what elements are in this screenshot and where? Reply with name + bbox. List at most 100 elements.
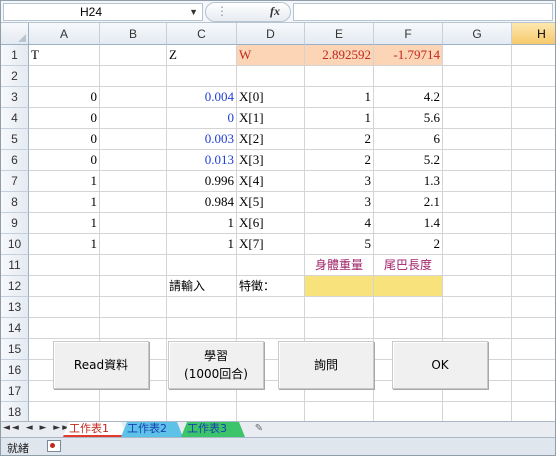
column-header-d[interactable]: D [237, 23, 305, 45]
cell-c6[interactable]: 0.013 [167, 150, 237, 171]
column-header-b[interactable]: B [100, 23, 167, 45]
cell-a4[interactable]: 0 [29, 108, 100, 129]
cell-f8[interactable]: 2.1 [374, 192, 443, 213]
row-header-6[interactable]: 6 [1, 150, 29, 171]
row-header-9[interactable]: 9 [1, 213, 29, 234]
cell-d9[interactable]: X[6] [237, 213, 305, 234]
cell-a10[interactable]: 1 [29, 234, 100, 255]
cell-f4[interactable]: 5.6 [374, 108, 443, 129]
cell-c5[interactable]: 0.003 [167, 129, 237, 150]
cell-e7[interactable]: 3 [305, 171, 374, 192]
cell-d7[interactable]: X[4] [237, 171, 305, 192]
cell-d1[interactable]: W [237, 45, 305, 66]
sheet-tab-bar: ◄◄ ◄ ► ►► 工作表1 工作表2 工作表3 ✎ [1, 421, 555, 437]
cell-a9[interactable]: 1 [29, 213, 100, 234]
cell-c12-please-input-label[interactable]: 請輸入 [167, 276, 237, 297]
worksheet-grid[interactable]: A B C D E F G H 1 2 3 4 5 6 7 8 9 10 11 … [1, 23, 555, 421]
cell-f10[interactable]: 2 [374, 234, 443, 255]
formula-bar: H24 ▼ ⋮ fx [1, 1, 555, 23]
ask-button[interactable]: 詢問 [278, 341, 374, 389]
row-header-11[interactable]: 11 [1, 255, 29, 276]
cell-a1[interactable]: T [29, 45, 100, 66]
cell-a6[interactable]: 0 [29, 150, 100, 171]
insert-function-icon[interactable]: fx [270, 4, 280, 19]
sheet-tab-2[interactable]: 工作表2 [121, 422, 183, 437]
cell-f7[interactable]: 1.3 [374, 171, 443, 192]
cell-d6[interactable]: X[3] [237, 150, 305, 171]
cell-a7[interactable]: 1 [29, 171, 100, 192]
cell-c10[interactable]: 1 [167, 234, 237, 255]
row-header-10[interactable]: 10 [1, 234, 29, 255]
read-data-button[interactable]: Read資料 [53, 341, 149, 389]
learn-button[interactable]: 學習 (1000回合) [168, 341, 264, 389]
column-header-e[interactable]: E [305, 23, 374, 45]
row-header-7[interactable]: 7 [1, 171, 29, 192]
insert-sheet-icon[interactable]: ✎ [251, 423, 267, 436]
row-header-4[interactable]: 4 [1, 108, 29, 129]
row-header-15[interactable]: 15 [1, 339, 29, 360]
row-header-18[interactable]: 18 [1, 402, 29, 421]
cell-e5[interactable]: 2 [305, 129, 374, 150]
cell-d5[interactable]: X[2] [237, 129, 305, 150]
row-header-17[interactable]: 17 [1, 381, 29, 402]
row-header-14[interactable]: 14 [1, 318, 29, 339]
name-box[interactable]: H24 ▼ [3, 3, 203, 21]
row-header-5[interactable]: 5 [1, 129, 29, 150]
row-header-2[interactable]: 2 [1, 66, 29, 87]
cell-f3[interactable]: 4.2 [374, 87, 443, 108]
cell-a3[interactable]: 0 [29, 87, 100, 108]
cell-a8[interactable]: 1 [29, 192, 100, 213]
row-header-1[interactable]: 1 [1, 45, 29, 66]
cell-f1[interactable]: -1.79714 [374, 45, 443, 66]
row-header-13[interactable]: 13 [1, 297, 29, 318]
cell-f5[interactable]: 6 [374, 129, 443, 150]
cell-d10[interactable]: X[7] [237, 234, 305, 255]
column-header-a[interactable]: A [29, 23, 100, 45]
cell-e3[interactable]: 1 [305, 87, 374, 108]
cell-c1[interactable]: Z [167, 45, 237, 66]
cell-e1[interactable]: 2.892592 [305, 45, 374, 66]
select-all-corner[interactable] [1, 23, 29, 45]
sheet-tab-1[interactable]: 工作表1 [63, 422, 127, 437]
cell-f11-tail-length-label[interactable]: 尾巴長度 [374, 255, 443, 276]
name-box-value: H24 [80, 5, 103, 19]
cell-a5[interactable]: 0 [29, 129, 100, 150]
cell-e12-weight-input[interactable] [305, 276, 374, 297]
cell-c4[interactable]: 0 [167, 108, 237, 129]
column-header-f[interactable]: F [374, 23, 443, 45]
cell-f6[interactable]: 5.2 [374, 150, 443, 171]
chevron-down-icon[interactable]: ▼ [189, 4, 198, 20]
cell-e9[interactable]: 4 [305, 213, 374, 234]
column-header-g[interactable]: G [443, 23, 512, 45]
cell-e10[interactable]: 5 [305, 234, 374, 255]
ok-button[interactable]: OK [392, 341, 488, 389]
cell-e6[interactable]: 2 [305, 150, 374, 171]
cell-e11-body-weight-label[interactable]: 身體重量 [305, 255, 374, 276]
row-header-12[interactable]: 12 [1, 276, 29, 297]
column-header-h[interactable]: H [512, 23, 555, 45]
learn-button-label-line2: (1000回合) [184, 367, 248, 381]
cell-c7[interactable]: 0.996 [167, 171, 237, 192]
cell-d3[interactable]: X[0] [237, 87, 305, 108]
cell-c9[interactable]: 1 [167, 213, 237, 234]
cell-f9[interactable]: 1.4 [374, 213, 443, 234]
cell-f12-tail-input[interactable] [374, 276, 443, 297]
cell-d8[interactable]: X[5] [237, 192, 305, 213]
cell-c3[interactable]: 0.004 [167, 87, 237, 108]
cell-e4[interactable]: 1 [305, 108, 374, 129]
formula-controls: ⋮ fx [205, 2, 291, 22]
cell-c8[interactable]: 0.984 [167, 192, 237, 213]
formula-input[interactable] [293, 3, 553, 21]
column-header-c[interactable]: C [167, 23, 237, 45]
cell-d12-feature-label[interactable]: 特徵： [237, 276, 305, 297]
row-header-16[interactable]: 16 [1, 360, 29, 381]
cell-e8[interactable]: 3 [305, 192, 374, 213]
status-bar: 就緒 [1, 437, 555, 455]
cell-d4[interactable]: X[1] [237, 108, 305, 129]
sheet-tab-3[interactable]: 工作表3 [181, 422, 245, 437]
learn-button-label-line1: 學習 [203, 349, 228, 363]
macro-record-icon[interactable] [47, 440, 61, 452]
row-header-8[interactable]: 8 [1, 192, 29, 213]
row-header-3[interactable]: 3 [1, 87, 29, 108]
sheet-nav-arrows-icon[interactable]: ◄◄ ◄ ► ►► [3, 423, 71, 433]
